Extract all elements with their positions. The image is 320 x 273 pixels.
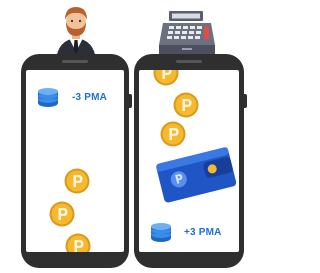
phone-side-button	[244, 94, 247, 108]
cash-register-icon	[157, 9, 217, 55]
phone-side-button	[129, 94, 132, 108]
coin-icon	[49, 201, 75, 227]
phone-speaker	[176, 60, 202, 63]
coin-stack-icon	[149, 223, 173, 243]
coin-stack-icon	[36, 88, 60, 108]
coin-icon	[173, 92, 199, 118]
left-phone: -3 PMA	[21, 54, 132, 268]
wallet-icon	[153, 143, 239, 205]
businessman-icon	[54, 2, 98, 60]
coin-icon	[153, 70, 179, 86]
right-phone: +3 PMA	[134, 54, 247, 268]
left-phone-screen: -3 PMA	[26, 70, 124, 252]
coin-icon	[64, 168, 90, 194]
left-amount-label: -3 PMA	[72, 92, 108, 103]
coin-icon	[65, 233, 91, 252]
phone-speaker	[62, 60, 88, 63]
right-amount-label: +3 PMA	[184, 227, 222, 238]
right-phone-screen: +3 PMA	[139, 70, 239, 252]
